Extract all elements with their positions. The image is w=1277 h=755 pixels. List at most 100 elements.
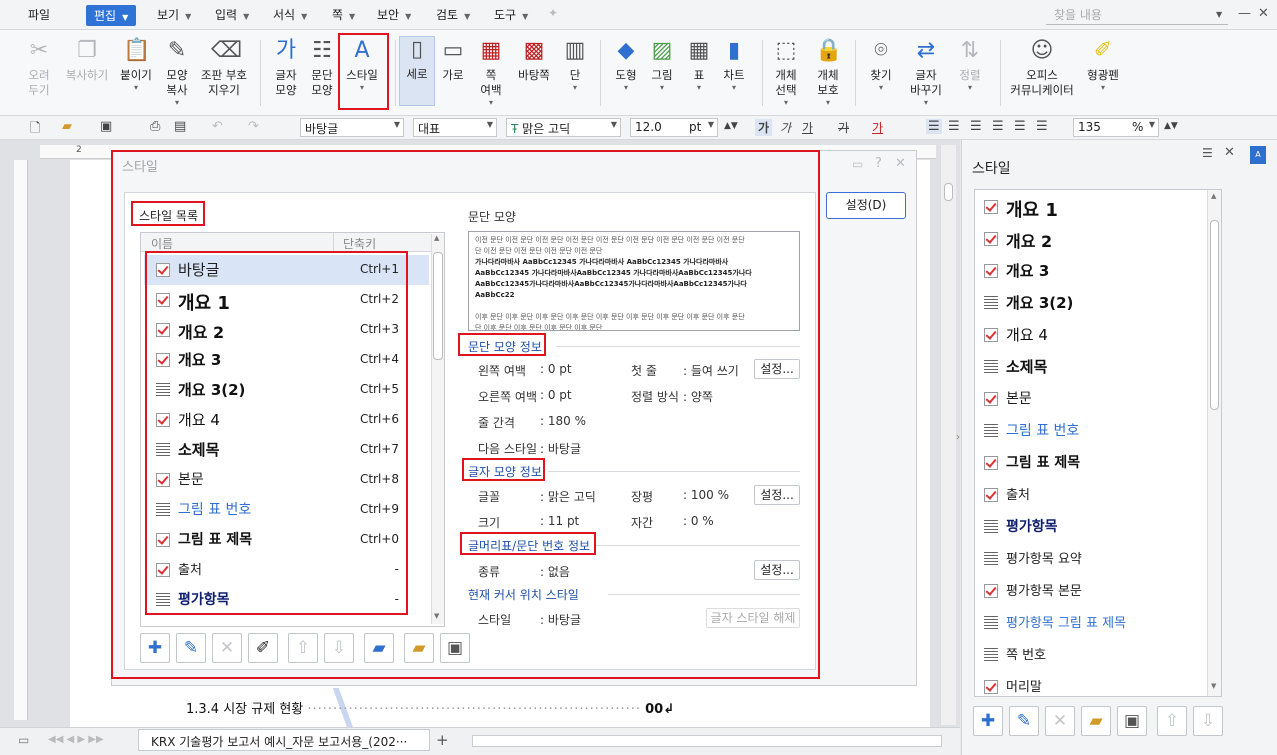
para-settings-button[interactable]: 설정... bbox=[754, 359, 800, 379]
panel-style-item[interactable]: 개요 1 bbox=[982, 192, 1212, 222]
font-select[interactable]: Ŧ 맑은 고딕 ▼ bbox=[506, 118, 621, 137]
panel-scrollbar[interactable]: ▲ ▼ bbox=[1207, 190, 1221, 696]
char-settings-button[interactable]: 설정... bbox=[754, 485, 800, 505]
chevron-down-icon[interactable]: ▼ bbox=[1216, 10, 1222, 19]
move-up-button[interactable]: ⇧ bbox=[288, 633, 318, 663]
stepper-icon[interactable]: ▲▼ bbox=[724, 121, 738, 131]
panel-style-item[interactable]: 평가항목 요약 bbox=[982, 544, 1212, 574]
horizontal-scrollbar[interactable] bbox=[472, 735, 942, 747]
collapse-panel-icon[interactable]: › bbox=[956, 432, 960, 443]
style-list-item[interactable]: 출처 - bbox=[144, 555, 429, 585]
import-style-button[interactable]: ▰ bbox=[364, 633, 394, 663]
panel-style-item[interactable]: 그림 표 번호 bbox=[982, 416, 1212, 446]
nav-arrows-icon[interactable]: ◀◀ ◀ ▶ ▶▶ bbox=[48, 734, 104, 745]
panel-add-button[interactable]: ✚ bbox=[973, 706, 1003, 736]
chart-button[interactable]: ▮ 차트 ▾ bbox=[716, 38, 752, 92]
font-size-select[interactable]: 12.0 pt ▼ bbox=[630, 118, 718, 137]
menu-file[interactable]: 파일 bbox=[28, 6, 50, 23]
menu-security[interactable]: 보안 ▼ bbox=[377, 6, 411, 23]
preview-icon[interactable]: ▤ bbox=[174, 119, 186, 134]
landscape-button[interactable]: ▭ 가로 bbox=[435, 38, 471, 83]
highlighter-button[interactable]: ✐ 형광펜 ▾ bbox=[1081, 38, 1125, 92]
add-tab-icon[interactable]: + bbox=[436, 731, 449, 749]
panel-style-item[interactable]: 쪽 번호 bbox=[982, 640, 1212, 670]
panel-style-item[interactable]: 개요 2 bbox=[982, 224, 1212, 254]
panel-style-item[interactable]: 평가항목 본문 bbox=[982, 576, 1212, 606]
menu-review[interactable]: 검토 ▼ bbox=[436, 6, 470, 23]
menu-format[interactable]: 서식 ▼ bbox=[273, 6, 307, 23]
panel-menu-icon[interactable]: ☰ bbox=[1202, 146, 1213, 160]
sort-button[interactable]: ⇅ 정렬 ▾ bbox=[952, 38, 988, 92]
style-list-item[interactable]: 바탕글 Ctrl+1 bbox=[144, 255, 429, 285]
zoom-stepper-icon[interactable]: ▲▼ bbox=[1164, 121, 1178, 131]
search-input[interactable]: 찾을 내용 bbox=[1046, 6, 1228, 25]
panel-style-icon[interactable]: A bbox=[1250, 146, 1266, 164]
undo-icon[interactable]: ↶ bbox=[212, 119, 223, 134]
open-folder-icon[interactable]: ▰ bbox=[62, 119, 72, 134]
plugin-icon[interactable]: ✦ bbox=[548, 6, 558, 20]
cut-button[interactable]: ✂ 오려 두기 bbox=[19, 38, 59, 98]
panel-style-item[interactable]: 개요 3(2) bbox=[982, 288, 1212, 318]
picture-button[interactable]: ▨ 그림 ▾ bbox=[644, 38, 680, 92]
menu-tools[interactable]: 도구 ▼ bbox=[494, 6, 528, 23]
style-list-item[interactable]: 그림 표 제목 Ctrl+0 bbox=[144, 525, 429, 555]
align-left-icon[interactable]: ☰ bbox=[948, 119, 960, 134]
shape-button[interactable]: ◆ 도형 ▾ bbox=[608, 38, 644, 92]
remove-format-button[interactable]: ⌫ 조판 부호 지우기 bbox=[196, 38, 252, 98]
language-select[interactable]: 대표 ▼ bbox=[413, 118, 497, 137]
move-down-button[interactable]: ⇩ bbox=[324, 633, 354, 663]
scroll-thumb[interactable] bbox=[944, 183, 953, 201]
obj-select-button[interactable]: ⬚ 개체 선택 ▾ bbox=[768, 38, 804, 107]
dialog-minimize-icon[interactable]: ▭ bbox=[852, 157, 863, 171]
scroll-thumb[interactable] bbox=[1210, 220, 1219, 410]
minimize-icon[interactable]: — bbox=[1238, 6, 1251, 21]
panel-up-button[interactable]: ⇧ bbox=[1157, 706, 1187, 736]
scroll-down-icon[interactable]: ▼ bbox=[434, 612, 439, 620]
panel-down-button[interactable]: ⇩ bbox=[1193, 706, 1223, 736]
style-list-item[interactable]: 그림 표 번호 Ctrl+9 bbox=[144, 495, 429, 525]
panel-style-item[interactable]: 그림 표 제목 bbox=[982, 448, 1212, 478]
margin-button[interactable]: ▦ 쪽 여백 ▾ bbox=[473, 38, 509, 107]
style-list-item[interactable]: 평가항목 - bbox=[144, 585, 429, 615]
strike-button[interactable]: 가 bbox=[838, 119, 849, 136]
redo-icon[interactable]: ↷ bbox=[248, 119, 259, 134]
format-copy-button[interactable]: ✎ 모양 복사 ▾ bbox=[157, 38, 197, 107]
zoom-select[interactable]: 135% ▼ bbox=[1073, 118, 1159, 137]
scroll-thumb[interactable] bbox=[433, 252, 443, 360]
menu-page[interactable]: 쪽 ▼ bbox=[332, 6, 355, 23]
style-list-item[interactable]: 개요 3(2) Ctrl+5 bbox=[144, 375, 429, 405]
style-list-item[interactable]: 개요 4 Ctrl+6 bbox=[144, 405, 429, 435]
table-button[interactable]: ▦ 표 ▾ bbox=[684, 38, 714, 92]
panel-style-item[interactable]: 평가항목 bbox=[982, 512, 1212, 542]
style-list-item[interactable]: 개요 2 Ctrl+3 bbox=[144, 315, 429, 345]
panel-style-item[interactable]: 머리말 bbox=[982, 672, 1212, 702]
panel-open-button[interactable]: ▰ bbox=[1081, 706, 1111, 736]
align-divide-icon[interactable]: ☰ bbox=[1036, 119, 1048, 134]
find-button[interactable]: ⌾ 찾기 ▾ bbox=[863, 38, 899, 92]
copy-button[interactable]: ❐ 복사하기 bbox=[63, 38, 111, 83]
align-distribute-icon[interactable]: ☰ bbox=[1014, 119, 1026, 134]
italic-button[interactable]: 가 bbox=[780, 119, 791, 136]
bold-button[interactable]: 가 bbox=[755, 119, 773, 136]
help-icon[interactable]: ? bbox=[875, 156, 882, 171]
underline-button[interactable]: 가 bbox=[802, 119, 813, 136]
style-list-item[interactable]: 소제목 Ctrl+7 bbox=[144, 435, 429, 465]
save-style-button[interactable]: ▣ bbox=[440, 633, 470, 663]
style-select[interactable]: 바탕글 ▼ bbox=[300, 118, 404, 137]
menu-edit[interactable]: 편집 ▼ bbox=[86, 5, 137, 26]
panel-style-item[interactable]: 평가항목 그림 표 제목 bbox=[982, 608, 1212, 638]
community-button[interactable]: ☺ 오피스 커뮤니케이터 bbox=[999, 38, 1085, 98]
scroll-up-icon[interactable]: ▲ bbox=[1211, 192, 1216, 200]
open-folder-button[interactable]: ▰ bbox=[404, 633, 434, 663]
para-shape-button[interactable]: ☷ 문단 모양 bbox=[307, 38, 337, 98]
style-list-item[interactable]: 개요 1 Ctrl+2 bbox=[144, 285, 429, 315]
replace-button[interactable]: ⇄ 글자 바꾸기 ▾ bbox=[906, 38, 946, 107]
panel-style-item[interactable]: 소제목 bbox=[982, 352, 1212, 382]
panel-edit-button[interactable]: ✎ bbox=[1009, 706, 1039, 736]
font-color-button[interactable]: 가 bbox=[872, 119, 883, 136]
panel-style-item[interactable]: 개요 4 bbox=[982, 320, 1212, 350]
panel-delete-button[interactable]: ✕ bbox=[1045, 706, 1075, 736]
replace-style-button[interactable]: ✐ bbox=[248, 633, 278, 663]
new-doc-icon[interactable]: 🗋 bbox=[30, 119, 40, 141]
dialog-close-icon[interactable]: ✕ bbox=[895, 156, 906, 171]
